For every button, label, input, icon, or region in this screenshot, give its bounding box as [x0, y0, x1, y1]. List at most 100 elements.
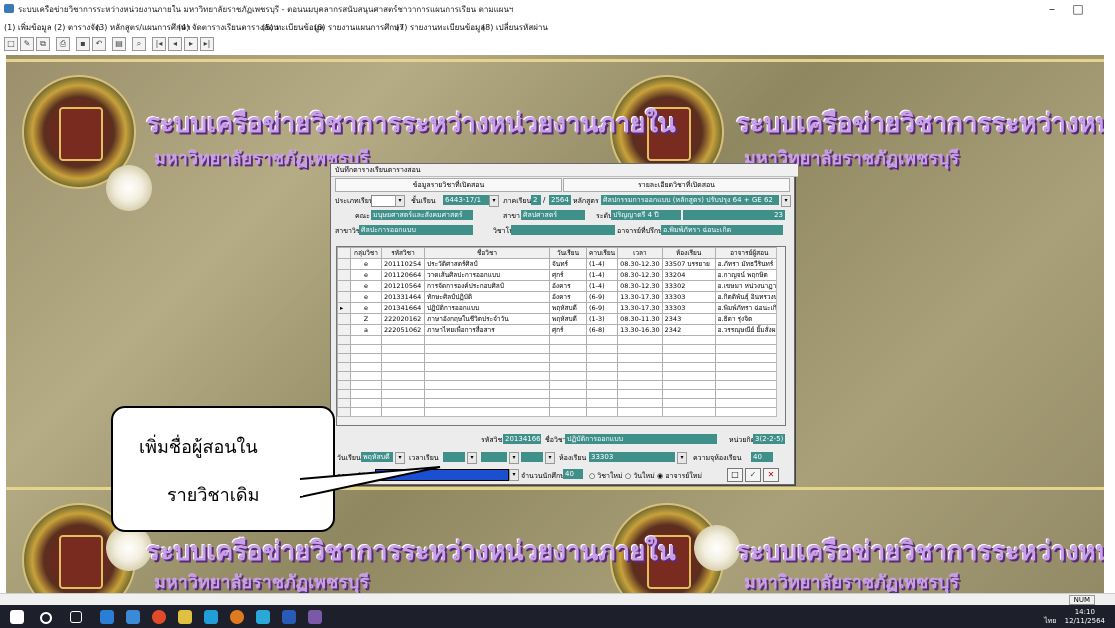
table-cell[interactable]: [661, 398, 716, 408]
table-row[interactable]: [337, 398, 784, 408]
menu-item-report-registry[interactable]: (7) รายงานทะเบียนข้อมูล: [396, 21, 485, 34]
code-field[interactable]: 201341664: [503, 434, 541, 444]
table-row[interactable]: [337, 344, 784, 354]
table-cell[interactable]: 201341664: [381, 302, 425, 314]
chevron-down-icon[interactable]: ▾: [489, 195, 499, 207]
row-selector[interactable]: [337, 280, 351, 292]
table-row[interactable]: e 201110254 ประวัติศาสตร์ศิลป์ จันทร์ (1-4) 0…: [337, 258, 784, 270]
undo-icon[interactable]: ↶: [92, 37, 106, 51]
vertical-scrollbar[interactable]: [776, 247, 785, 425]
class-field[interactable]: 6443-17/1: [443, 195, 489, 205]
field-value[interactable]: ศิลปะการออกแบบ: [359, 225, 473, 235]
table-cell[interactable]: [585, 380, 619, 390]
table-row[interactable]: [337, 371, 784, 381]
table-cell[interactable]: [585, 389, 619, 399]
table-cell[interactable]: [714, 371, 784, 381]
row-selector[interactable]: [337, 380, 351, 390]
table-cell[interactable]: [585, 344, 619, 354]
table-cell[interactable]: [350, 335, 382, 345]
table-cell[interactable]: [549, 335, 587, 345]
row-selector[interactable]: [337, 398, 351, 408]
table-cell[interactable]: [424, 389, 550, 399]
table-cell[interactable]: ทักษะศิลป์ปฏิบัติ: [424, 291, 550, 303]
table-cell[interactable]: [714, 353, 784, 363]
table-cell[interactable]: 08.30-12.30: [617, 258, 663, 270]
table-cell[interactable]: [617, 362, 663, 372]
table-cell[interactable]: [662, 426, 715, 427]
table-cell[interactable]: อ.ธิดา รุ่งจิต: [714, 313, 784, 325]
chevron-down-icon[interactable]: ▾: [509, 452, 519, 464]
table-row[interactable]: [337, 335, 784, 345]
table-cell[interactable]: พฤหัสบดี: [549, 302, 587, 314]
period-start-field[interactable]: [443, 452, 465, 462]
chevron-down-icon[interactable]: ▾: [395, 452, 405, 464]
chevron-down-icon[interactable]: ▾: [677, 452, 687, 464]
close-icon[interactable]: ✕: [763, 468, 779, 482]
table-cell[interactable]: [350, 380, 382, 390]
save-icon[interactable]: ▪: [76, 37, 90, 51]
table-cell[interactable]: อ.กิตติพันธุ์ อินทรวงษ์: [714, 291, 784, 303]
search-icon[interactable]: [40, 612, 52, 624]
row-selector[interactable]: [337, 371, 351, 381]
table-cell[interactable]: [381, 389, 425, 399]
row-selector[interactable]: ▸: [337, 302, 351, 314]
table-cell[interactable]: ภาษาไทยเพื่อการสื่อสาร: [424, 324, 550, 336]
table-cell[interactable]: 13.30-17.30: [617, 291, 663, 303]
table-cell[interactable]: (6-9): [585, 302, 619, 314]
table-cell[interactable]: e: [350, 258, 382, 270]
table-row[interactable]: e 201120664 วาดเส้นศิลปะการออกแบบ ศุกร์ (1-4…: [337, 269, 784, 281]
table-cell[interactable]: 08.30-11.30: [617, 313, 663, 325]
table-cell[interactable]: 33507 บรรยาย: [661, 258, 716, 270]
mail-icon[interactable]: [126, 610, 140, 624]
table-cell[interactable]: 33303: [661, 302, 716, 314]
table-cell[interactable]: [714, 389, 784, 399]
row-selector[interactable]: [337, 335, 351, 345]
menu-item-change-password[interactable]: (8) เปลี่ยนรหัสผ่าน: [482, 21, 548, 34]
table-cell[interactable]: [381, 380, 425, 390]
table-cell[interactable]: [550, 426, 587, 427]
new-record-icon[interactable]: □: [727, 468, 743, 482]
column-header[interactable]: กลุ่มวิชา: [350, 247, 382, 259]
table-cell[interactable]: [714, 362, 784, 372]
table-cell[interactable]: [661, 353, 716, 363]
table-cell[interactable]: อ.วรรณุษณีย์ ยิ้มสั่งผล: [714, 324, 784, 336]
degree-field[interactable]: ปริญญาตรี 4 ปี: [611, 210, 681, 220]
row-selector[interactable]: [337, 291, 351, 303]
table-cell[interactable]: e: [350, 280, 382, 292]
table-cell[interactable]: อ.ภัทรา มัทธวีรินทร์: [714, 258, 784, 270]
table-cell[interactable]: 33204: [661, 269, 716, 281]
table-cell[interactable]: 201210564: [381, 280, 425, 292]
table-row[interactable]: [338, 426, 784, 427]
column-header[interactable]: ชื่อวิชา: [424, 247, 550, 259]
table-cell[interactable]: อ.พิมพ์ภัทรา ฉ่อนะเกิด: [714, 302, 784, 314]
table-row[interactable]: Z 222020162 ภาษาอังกฤษในชีวิตประจำวัน พฤหัส…: [337, 313, 784, 325]
find-icon[interactable]: ⌕: [132, 37, 146, 51]
table-cell[interactable]: [381, 335, 425, 345]
table-cell[interactable]: [585, 398, 619, 408]
row-selector[interactable]: [337, 362, 351, 372]
table-cell[interactable]: [618, 426, 663, 427]
term-field[interactable]: 2: [531, 195, 541, 205]
table-cell[interactable]: [549, 398, 587, 408]
table-cell[interactable]: 08.30-12.30: [617, 269, 663, 281]
menu-item-report-plan[interactable]: (6) รายงานแผนการศึกษา: [314, 21, 404, 34]
word-icon[interactable]: [282, 610, 296, 624]
table-cell[interactable]: ปฏิบัติการออกแบบ: [424, 302, 550, 314]
table-cell[interactable]: [424, 371, 550, 381]
table-cell[interactable]: [424, 398, 550, 408]
table-cell[interactable]: 222020162: [381, 313, 425, 325]
file-explorer-icon[interactable]: [178, 610, 192, 624]
last-record-icon[interactable]: ▸|: [200, 37, 214, 51]
table-cell[interactable]: (1-4): [585, 269, 619, 281]
table-cell[interactable]: อ.เขษมา หน่วงนาฏา: [714, 280, 784, 292]
table-row[interactable]: e 201210564 การจัดการองค์ประกอบศิลป์ อังคาร…: [337, 280, 784, 292]
table-cell[interactable]: [549, 344, 587, 354]
chevron-down-icon[interactable]: ▾: [467, 452, 477, 464]
chevron-down-icon[interactable]: ▾: [509, 469, 519, 481]
table-cell[interactable]: Z: [350, 313, 382, 325]
column-header[interactable]: รหัสวิชา: [381, 247, 425, 259]
table-cell[interactable]: [661, 380, 716, 390]
table-cell[interactable]: [424, 335, 550, 345]
table-cell[interactable]: [424, 362, 550, 372]
credit-field[interactable]: 3(2-2-5): [753, 434, 785, 444]
